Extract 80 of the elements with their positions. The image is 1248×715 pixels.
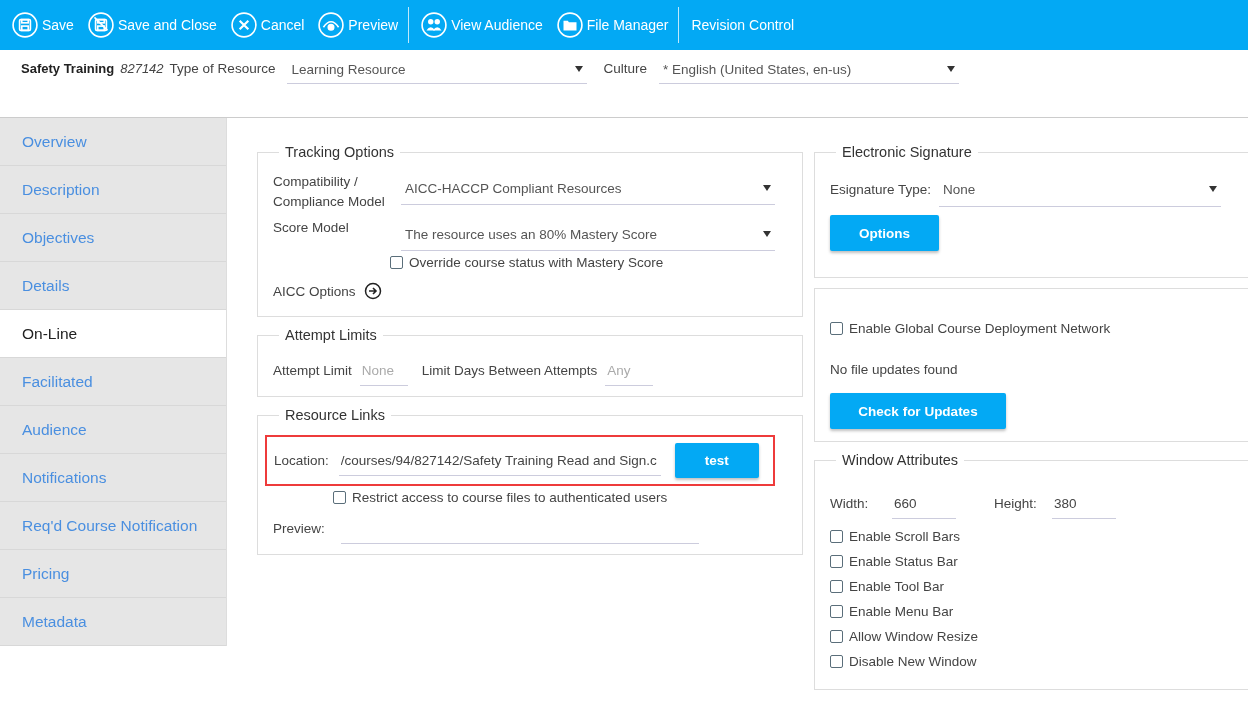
field-label: Attempt Limit bbox=[273, 361, 352, 380]
checkbox-option[interactable]: Enable Global Course Deployment Network bbox=[830, 321, 1234, 336]
people-icon bbox=[421, 12, 448, 38]
sidebar-item[interactable]: On-Line bbox=[0, 310, 226, 358]
field-label: Width: bbox=[830, 494, 870, 513]
caret-icon bbox=[575, 66, 584, 72]
toolbar-button[interactable]: File Manager bbox=[552, 7, 680, 43]
sidebar-item[interactable]: Notifications bbox=[0, 454, 226, 502]
sidebar-item[interactable]: Audience bbox=[0, 406, 226, 454]
checkbox-option[interactable]: Allow Window Resize bbox=[830, 629, 1234, 644]
section-title: Electronic Signature bbox=[841, 144, 973, 160]
checkbox[interactable] bbox=[830, 655, 843, 668]
checkbox[interactable] bbox=[830, 630, 843, 643]
checkbox[interactable] bbox=[830, 605, 843, 618]
close-icon bbox=[230, 12, 257, 38]
sidebar-item[interactable]: Metadata bbox=[0, 598, 226, 646]
arrow-right-icon[interactable] bbox=[363, 282, 382, 300]
caret-icon bbox=[763, 185, 771, 191]
caret-icon bbox=[763, 231, 771, 237]
field-label: Location: bbox=[274, 451, 329, 470]
checkbox[interactable] bbox=[333, 491, 346, 504]
toolbar-button[interactable]: View Audience bbox=[417, 7, 553, 43]
sidebar-item[interactable]: Overview bbox=[0, 118, 226, 166]
location-field[interactable]: /courses/94/827142/Safety Training Read and Sign.c bbox=[338, 445, 661, 476]
status-text: No file updates found bbox=[830, 362, 959, 377]
checkbox-option[interactable]: Disable New Window bbox=[830, 654, 1234, 669]
save-close-icon bbox=[87, 12, 114, 38]
checkbox-option[interactable]: Enable Tool Bar bbox=[830, 579, 1234, 594]
field-label: Type of Resource bbox=[169, 60, 276, 78]
toolbar-button[interactable]: Revision Control bbox=[687, 7, 805, 43]
score-model-dropdown[interactable]: The resource uses an 80% Mastery Score bbox=[401, 218, 775, 251]
field-label: Esignature Type: bbox=[830, 180, 932, 199]
esignature-type-dropdown[interactable]: None bbox=[939, 172, 1222, 207]
aicc-options-link[interactable]: AICC Options bbox=[273, 283, 356, 299]
checkbox-option[interactable]: Restrict access to course files to authenticated users bbox=[333, 490, 788, 505]
compliance-model-dropdown[interactable]: AICC-HACCP Compliant Resources bbox=[401, 172, 775, 205]
course-title: Safety Training bbox=[21, 60, 115, 78]
width-field[interactable]: 660 bbox=[892, 488, 956, 519]
field-label: Preview: bbox=[273, 519, 326, 538]
checkbox[interactable] bbox=[830, 530, 843, 543]
sidebar-item[interactable]: Req'd Course Notification bbox=[0, 502, 226, 550]
course-code: 827142 bbox=[120, 60, 164, 78]
section-title: Window Attributes bbox=[841, 452, 960, 468]
sidebar-item[interactable]: Pricing bbox=[0, 550, 226, 598]
toolbar-button[interactable]: Preview bbox=[314, 7, 410, 43]
caret-icon bbox=[1209, 186, 1218, 192]
field-label: Height: bbox=[994, 494, 1038, 513]
options-button[interactable]: Options bbox=[830, 215, 939, 251]
checkbox-option[interactable]: Enable Menu Bar bbox=[830, 604, 1234, 619]
checkbox[interactable] bbox=[390, 256, 403, 269]
folder-icon bbox=[556, 12, 583, 38]
sidebar-item[interactable]: Facilitated bbox=[0, 358, 226, 406]
checkbox-option[interactable]: Override course status with Mastery Score bbox=[390, 255, 788, 270]
field-label: Score Model bbox=[273, 219, 350, 237]
checkbox[interactable] bbox=[830, 322, 843, 335]
resource-type-dropdown[interactable]: Learning Resource bbox=[287, 55, 588, 84]
check-updates-button[interactable]: Check for Updates bbox=[830, 393, 1006, 429]
culture-dropdown[interactable]: * English (United States, en-us) bbox=[658, 55, 959, 84]
section-title: Resource Links bbox=[284, 407, 386, 423]
eye-icon bbox=[318, 12, 345, 38]
height-field[interactable]: 380 bbox=[1052, 488, 1116, 519]
section-title: Attempt Limits bbox=[284, 327, 378, 343]
attempt-limit-field[interactable]: None bbox=[359, 355, 408, 386]
field-label: Compatibility / Compliance Model bbox=[273, 173, 386, 211]
sidebar-item[interactable]: Description bbox=[0, 166, 226, 214]
toolbar-button[interactable]: Save and Close bbox=[83, 7, 227, 43]
sidebar-item[interactable]: Objectives bbox=[0, 214, 226, 262]
section-title: Tracking Options bbox=[284, 144, 396, 160]
toolbar-button[interactable]: Save bbox=[8, 7, 84, 43]
field-label: Culture bbox=[603, 60, 647, 78]
checkbox-option[interactable]: Enable Scroll Bars bbox=[830, 529, 1234, 544]
toolbar-button[interactable]: Cancel bbox=[226, 7, 315, 43]
checkbox[interactable] bbox=[830, 555, 843, 568]
days-between-field[interactable]: Any bbox=[605, 355, 654, 386]
field-label: Limit Days Between Attempts bbox=[421, 361, 598, 380]
save-icon bbox=[12, 12, 38, 38]
caret-icon bbox=[946, 66, 955, 72]
checkbox[interactable] bbox=[830, 580, 843, 593]
checkbox-option[interactable]: Enable Status Bar bbox=[830, 554, 1234, 569]
test-button[interactable]: test bbox=[674, 443, 759, 478]
